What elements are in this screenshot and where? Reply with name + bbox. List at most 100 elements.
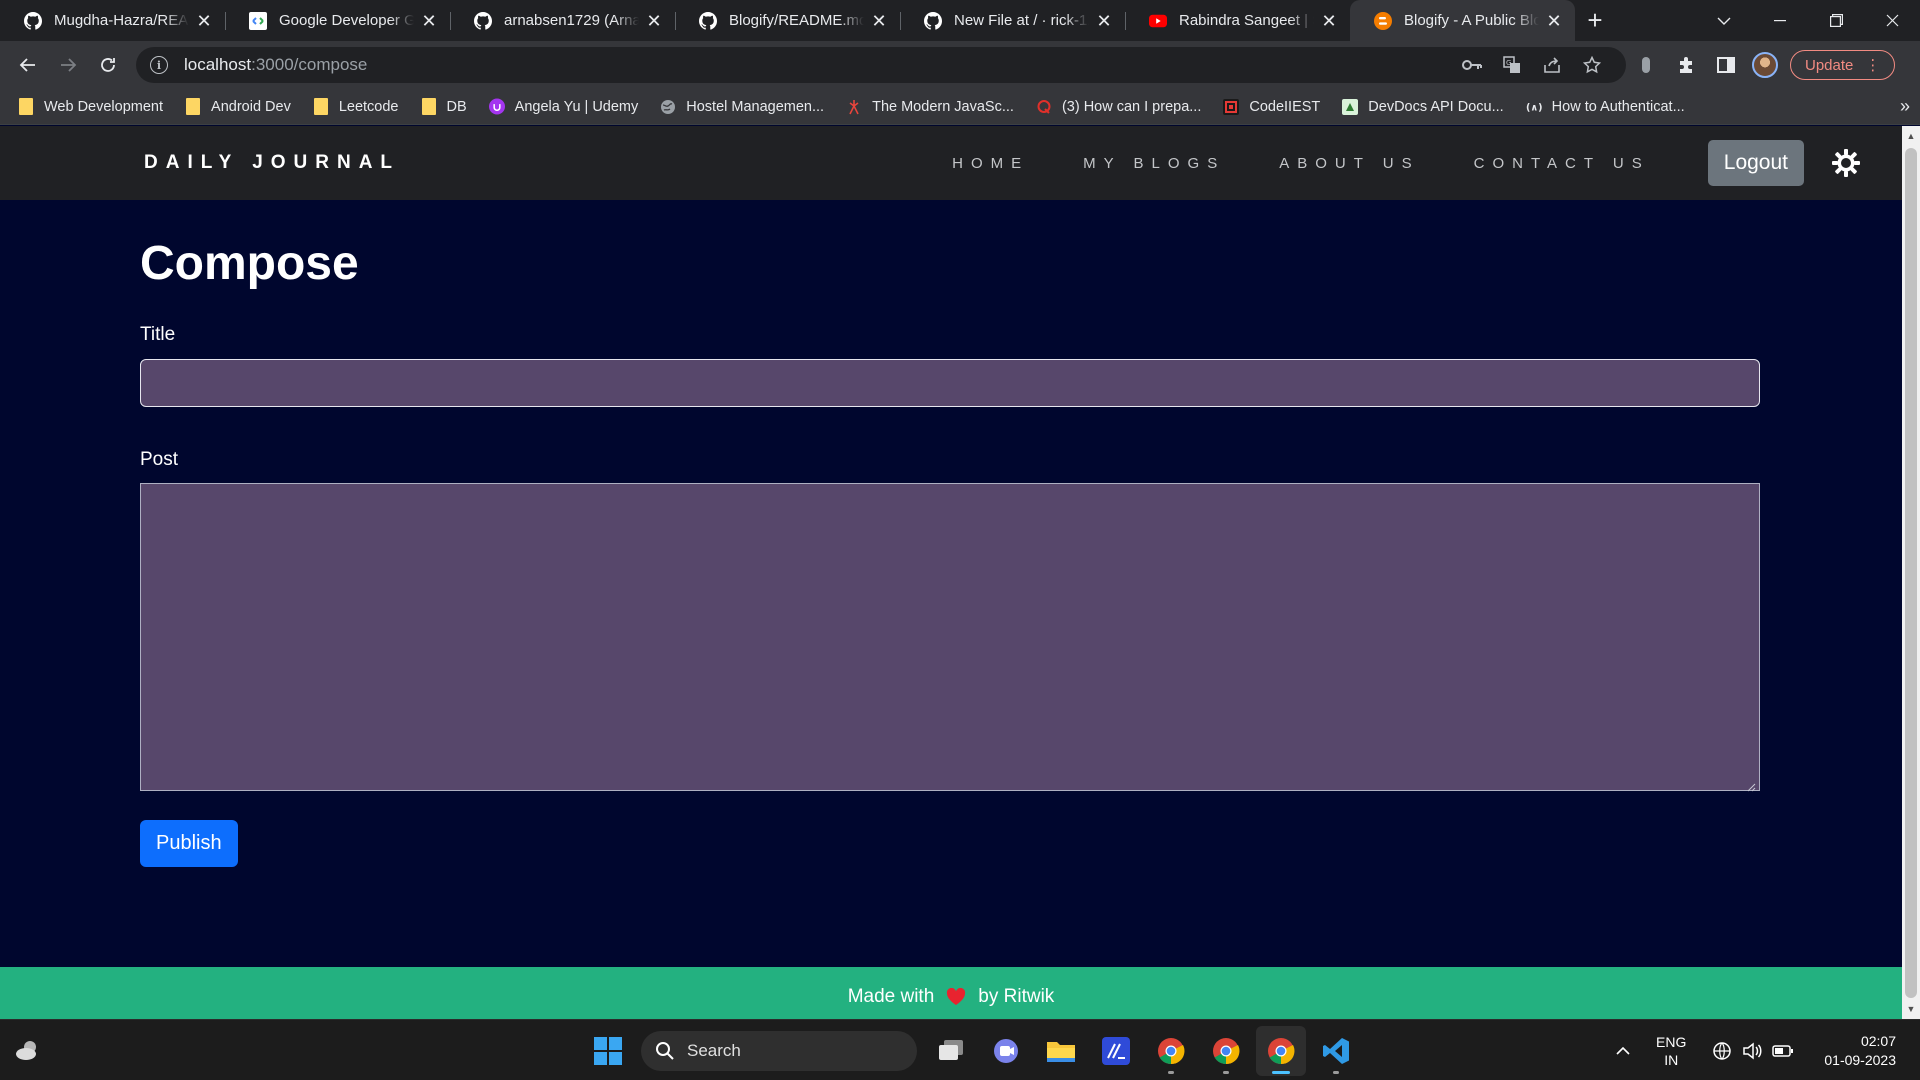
- extension-icon[interactable]: [1626, 47, 1666, 83]
- tab-title: Blogify/README.md at main: [729, 12, 864, 29]
- scrollbar-thumb[interactable]: [1905, 148, 1917, 998]
- blogger-icon: [1374, 11, 1392, 30]
- bookmark-item[interactable]: Android Dev: [185, 98, 291, 115]
- forward-icon[interactable]: [48, 47, 88, 83]
- svg-text:G: G: [1506, 59, 1511, 67]
- taskbar-clock[interactable]: 02:07 01-09-2023: [1824, 1032, 1896, 1070]
- svg-text:(∧): (∧): [1526, 102, 1542, 113]
- close-icon[interactable]: ✕: [1320, 12, 1338, 30]
- folder-icon: [421, 98, 437, 115]
- bookmark-item[interactable]: CodeIIEST: [1223, 98, 1320, 115]
- restore-button[interactable]: [1808, 0, 1864, 41]
- chrome-icon[interactable]: [1201, 1026, 1251, 1076]
- reload-icon[interactable]: [88, 47, 128, 83]
- teams-chat-icon[interactable]: [981, 1026, 1031, 1076]
- network-icon[interactable]: [1712, 1041, 1732, 1061]
- bookmarks-bar: Web Development Android Dev Leetcode DB …: [0, 89, 1920, 125]
- puzzle-icon[interactable]: [1666, 47, 1706, 83]
- bookmark-star-icon[interactable]: [1572, 47, 1612, 83]
- browser-tab[interactable]: Mugdha-Hazra/README ✕: [0, 0, 225, 41]
- logout-button[interactable]: Logout: [1707, 140, 1804, 186]
- task-view-icon[interactable]: [926, 1026, 976, 1076]
- vscode-icon[interactable]: [1311, 1026, 1361, 1076]
- new-tab-button[interactable]: +: [1575, 0, 1615, 41]
- bookmark-item[interactable]: Angela Yu | Udemy: [488, 98, 638, 115]
- chrome-icon[interactable]: [1146, 1026, 1196, 1076]
- globe-icon: [660, 99, 676, 115]
- weather-icon[interactable]: [14, 1038, 42, 1062]
- resize-grip-icon[interactable]: [1746, 782, 1756, 792]
- browser-tab-active[interactable]: Blogify - A Public Blog ✕: [1350, 0, 1575, 41]
- close-icon[interactable]: ✕: [1545, 12, 1563, 30]
- profile-avatar[interactable]: [1752, 52, 1778, 78]
- scroll-up-icon[interactable]: ▲: [1902, 128, 1920, 144]
- bookmark-item[interactable]: (∧) How to Authenticat...: [1526, 99, 1685, 115]
- bookmark-item[interactable]: (3) How can I prepa...: [1036, 99, 1201, 115]
- nav-links: HOME MY BLOGS ABOUT US CONTACT US Logout: [952, 140, 1902, 186]
- scroll-down-icon[interactable]: ▼: [1902, 1001, 1920, 1017]
- nav-home[interactable]: HOME: [952, 155, 1029, 172]
- share-icon[interactable]: [1532, 47, 1572, 83]
- chrome-icon[interactable]: [1255, 1025, 1306, 1076]
- codeiiest-icon: [1223, 98, 1240, 115]
- file-explorer-icon[interactable]: [1036, 1026, 1086, 1076]
- windows-start-icon[interactable]: [583, 1026, 633, 1076]
- nav-about-us[interactable]: ABOUT US: [1279, 155, 1419, 172]
- footer-made-with: Made with: [847, 986, 935, 1007]
- address-bar[interactable]: i localhost:3000/compose G: [136, 47, 1626, 83]
- bookmark-item[interactable]: Leetcode: [313, 98, 399, 115]
- publish-button[interactable]: Publish: [140, 820, 238, 867]
- close-icon[interactable]: ✕: [420, 12, 438, 30]
- close-icon[interactable]: ✕: [1095, 12, 1113, 30]
- search-icon: [655, 1041, 675, 1061]
- browser-toolbar: i localhost:3000/compose G Update ⋮: [0, 41, 1920, 89]
- bookmark-item[interactable]: Web Development: [18, 98, 163, 115]
- app-icon[interactable]: [1091, 1026, 1141, 1076]
- language-indicator[interactable]: ENG IN: [1656, 1033, 1686, 1069]
- address-url[interactable]: localhost:3000/compose: [184, 55, 1452, 75]
- post-textarea[interactable]: [140, 483, 1760, 791]
- browser-tab[interactable]: Google Developer Groups ✕: [225, 0, 450, 41]
- taskbar-search[interactable]: Search: [641, 1030, 917, 1071]
- close-window-button[interactable]: [1864, 0, 1920, 41]
- title-input[interactable]: [140, 359, 1760, 407]
- system-tray: ENG IN 02:07 01-09-2023: [1608, 1020, 1920, 1080]
- bookmark-item[interactable]: Hostel Managemen...: [660, 99, 824, 115]
- chevron-up-icon[interactable]: [1608, 1046, 1638, 1055]
- minimize-button[interactable]: [1752, 0, 1808, 41]
- nav-contact-us[interactable]: CONTACT US: [1474, 155, 1650, 172]
- back-icon[interactable]: [8, 47, 48, 83]
- js-icon: [846, 99, 862, 115]
- more-menu-icon[interactable]: ⋮: [1865, 56, 1880, 74]
- github-icon: [699, 11, 717, 30]
- auth0-icon: (∧): [1526, 99, 1542, 115]
- page-scrollbar[interactable]: ▲ ▼: [1902, 126, 1920, 1019]
- battery-icon[interactable]: [1772, 1044, 1794, 1058]
- tab-title: Mugdha-Hazra/README: [54, 12, 189, 29]
- close-icon[interactable]: ✕: [645, 12, 663, 30]
- key-icon[interactable]: [1452, 47, 1492, 83]
- browser-tab-strip: Mugdha-Hazra/README ✕ Google Developer G…: [0, 0, 1920, 41]
- close-icon[interactable]: ✕: [195, 12, 213, 30]
- folder-icon: [313, 98, 329, 115]
- browser-tab[interactable]: Rabindra Sangeet | Sangeet ✕: [1125, 0, 1350, 41]
- bookmark-item[interactable]: The Modern JavaSc...: [846, 99, 1014, 115]
- update-button[interactable]: Update ⋮: [1790, 50, 1896, 80]
- folder-icon: [18, 98, 34, 115]
- post-textarea-wrapper: [140, 471, 1760, 796]
- volume-icon[interactable]: [1742, 1041, 1762, 1060]
- browser-tab[interactable]: Blogify/README.md at main ✕: [675, 0, 900, 41]
- translate-icon[interactable]: G: [1492, 47, 1532, 83]
- bookmark-item[interactable]: DB: [421, 98, 467, 115]
- browser-tab[interactable]: New File at / · rick-12/Blogify ✕: [900, 0, 1125, 41]
- side-panel-icon[interactable]: [1706, 47, 1746, 83]
- site-brand[interactable]: DAILY JOURNAL: [144, 152, 400, 174]
- bookmarks-overflow-button[interactable]: »: [1900, 96, 1910, 117]
- bookmark-item[interactable]: DevDocs API Docu...: [1342, 98, 1504, 115]
- tab-search-icon[interactable]: [1696, 0, 1752, 41]
- sun-icon[interactable]: [1826, 143, 1866, 183]
- site-info-icon[interactable]: i: [150, 56, 168, 74]
- close-icon[interactable]: ✕: [870, 12, 888, 30]
- nav-my-blogs[interactable]: MY BLOGS: [1083, 155, 1225, 172]
- browser-tab[interactable]: arnabsen1729 (Arnab Sen) ✕: [450, 0, 675, 41]
